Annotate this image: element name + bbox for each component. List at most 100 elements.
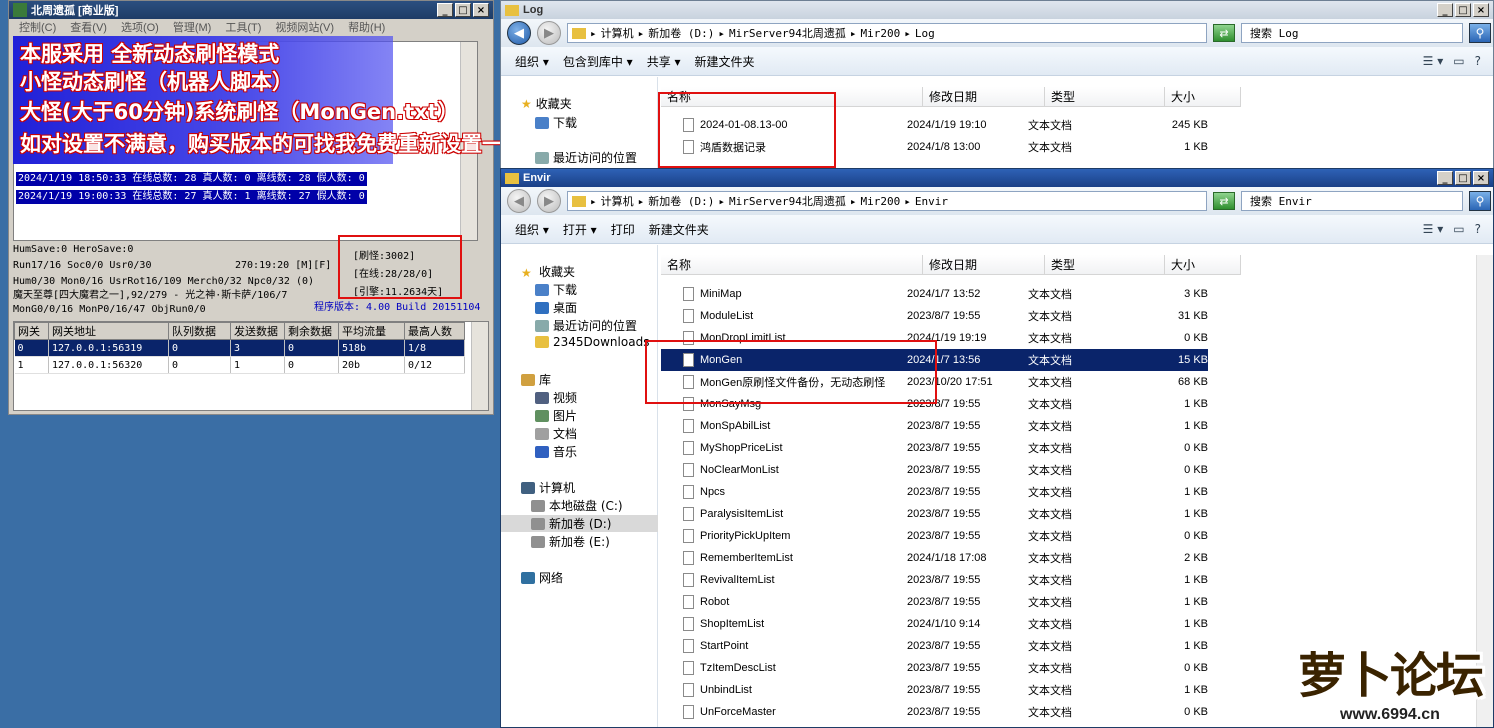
menu-item[interactable]: 帮助(H) (348, 19, 385, 35)
breadcrumb-item[interactable]: MirServer94北周遗孤 (729, 193, 846, 209)
help-icon[interactable]: ? (1475, 222, 1481, 236)
column-header[interactable]: 大小 (1165, 255, 1241, 274)
minimize-button[interactable]: _ (1437, 3, 1453, 17)
file-row[interactable]: NoClearMonList 2023/8/7 19:55 文本文档 0 KB (661, 459, 1208, 481)
command-button[interactable]: 包含到库中 ▾ (563, 53, 633, 70)
file-row[interactable]: MonDropLimitList 2024/1/19 19:19 文本文档 0 KB (661, 327, 1208, 349)
tree-item-downloads[interactable]: 下载 (535, 114, 577, 131)
tree-item[interactable]: 2345Downloads (535, 335, 649, 349)
file-row[interactable]: MonGen原刷怪文件备份，无动态刷怪 2023/10/20 17:51 文本文档 6… (661, 371, 1208, 393)
breadcrumb-item[interactable]: 新加卷 (D:) (648, 193, 714, 209)
view-options-icon[interactable]: ☰ ▾ (1423, 222, 1444, 236)
menu-item[interactable]: 视频网站(V) (275, 19, 334, 35)
column-header[interactable]: 类型 (1045, 87, 1165, 106)
column-header[interactable]: 修改日期 (923, 255, 1045, 274)
log-path-input[interactable]: ▸ 计算机 ▸ 新加卷 (D:) ▸ MirServer94北周遗孤 ▸ Mir200 ▸ Log (567, 23, 1207, 43)
maximize-button[interactable]: □ (1455, 171, 1471, 185)
file-row[interactable]: StartPoint 2023/8/7 19:55 文本文档 1 KB (661, 635, 1208, 657)
table-header[interactable]: 平均流量 (338, 322, 405, 340)
path-separator[interactable]: ▸ (718, 27, 725, 40)
command-button[interactable]: 新建文件夹 (649, 221, 709, 238)
tree-item[interactable]: 新加卷 (D:) (501, 515, 658, 532)
table-header[interactable]: 剩余数据 (284, 322, 339, 340)
table-header[interactable]: 队列数据 (168, 322, 231, 340)
tree-item-recent[interactable]: 最近访问的位置 (535, 149, 637, 166)
file-row[interactable]: Npcs 2023/8/7 19:55 文本文档 1 KB (661, 481, 1208, 503)
help-icon[interactable]: ? (1475, 54, 1481, 68)
column-header[interactable]: 修改日期 (923, 87, 1045, 106)
path-separator[interactable]: ▸ (904, 195, 911, 208)
close-button[interactable]: × (473, 3, 489, 17)
command-button[interactable]: 新建文件夹 (695, 53, 755, 70)
refresh-button[interactable]: ⇄ (1213, 24, 1235, 42)
path-separator[interactable]: ▸ (850, 195, 857, 208)
breadcrumb-item[interactable]: MirServer94北周遗孤 (729, 25, 846, 41)
refresh-button[interactable]: ⇄ (1213, 192, 1235, 210)
breadcrumb-item[interactable]: Mir200 (860, 195, 900, 208)
breadcrumb-item[interactable]: 计算机 (601, 25, 634, 41)
log-titlebar[interactable]: Log _ □ × (501, 1, 1493, 19)
maximize-button[interactable]: □ (455, 3, 471, 17)
command-button[interactable]: 打开 ▾ (563, 221, 597, 238)
file-row[interactable]: UnbindList 2023/8/7 19:55 文本文档 1 KB (661, 679, 1208, 701)
menu-item[interactable]: 查看(V) (70, 19, 107, 35)
command-button[interactable]: 组织 ▾ (515, 53, 549, 70)
path-separator[interactable]: ▸ (904, 27, 911, 40)
command-button[interactable]: 共享 ▾ (647, 53, 681, 70)
column-header[interactable]: 类型 (1045, 255, 1165, 274)
back-button[interactable]: ◀ (507, 189, 531, 213)
tree-item-favorites[interactable]: ★ 收藏夹 (521, 95, 572, 112)
table-scrollbar[interactable] (471, 322, 488, 410)
path-separator[interactable]: ▸ (638, 27, 645, 40)
close-button[interactable]: × (1473, 3, 1489, 17)
tree-item[interactable]: 下载 (535, 281, 577, 298)
table-header[interactable]: 网关地址 (48, 322, 169, 340)
maximize-button[interactable]: □ (1455, 3, 1471, 17)
table-row[interactable]: 1 127.0.0.1:56320 0 1 0 20b 0/12 (14, 356, 465, 374)
file-row[interactable]: 2024-01-08.13-00 2024/1/19 19:10 文本文档 245 K… (661, 114, 1208, 136)
forward-button[interactable]: ▶ (537, 21, 561, 45)
search-icon[interactable]: ⚲ (1469, 191, 1491, 211)
menu-item[interactable]: 管理(M) (173, 19, 212, 35)
tree-item[interactable]: 最近访问的位置 (535, 317, 637, 334)
tree-item[interactable]: 桌面 (535, 299, 577, 316)
file-row[interactable]: ShopItemList 2024/1/10 9:14 文本文档 1 KB (661, 613, 1208, 635)
search-icon[interactable]: ⚲ (1469, 23, 1491, 43)
tree-item[interactable]: 网络 (521, 569, 563, 586)
file-row[interactable]: Robot 2023/8/7 19:55 文本文档 1 KB (661, 591, 1208, 613)
menu-item[interactable]: 选项(O) (121, 19, 159, 35)
column-header[interactable]: 名称 (661, 255, 923, 274)
envir-path-input[interactable]: ▸ 计算机 ▸ 新加卷 (D:) ▸ MirServer94北周遗孤 ▸ Mir200 ▸ Env… (567, 191, 1207, 211)
breadcrumb-item[interactable]: Log (915, 27, 935, 40)
menu-item[interactable]: 工具(T) (225, 19, 261, 35)
file-row[interactable]: MyShopPriceList 2023/8/7 19:55 文本文档 0 KB (661, 437, 1208, 459)
path-separator[interactable]: ▸ (590, 27, 597, 40)
tree-item[interactable]: 音乐 (535, 443, 577, 460)
log-search-input[interactable]: 搜索 Log (1241, 23, 1463, 43)
tree-item[interactable]: 视频 (535, 389, 577, 406)
preview-pane-icon[interactable]: ▭ (1453, 54, 1464, 68)
breadcrumb-item[interactable]: Mir200 (860, 27, 900, 40)
tree-item[interactable]: 图片 (535, 407, 577, 424)
minimize-button[interactable]: _ (1437, 171, 1453, 185)
file-row[interactable]: ModuleList 2023/8/7 19:55 文本文档 31 KB (661, 305, 1208, 327)
path-separator[interactable]: ▸ (850, 27, 857, 40)
tree-item[interactable]: ★ 收藏夹 (521, 263, 575, 280)
close-button[interactable]: × (1473, 171, 1489, 185)
column-header[interactable]: 名称 (661, 87, 923, 106)
table-header[interactable]: 网关 (14, 322, 49, 340)
back-button[interactable]: ◀ (507, 21, 531, 45)
tree-item[interactable]: 计算机 (521, 479, 575, 496)
file-row[interactable]: ParalysisItemList 2023/8/7 19:55 文本文档 1 KB (661, 503, 1208, 525)
file-row[interactable]: MonGen 2024/1/7 13:56 文本文档 15 KB (661, 349, 1208, 371)
command-button[interactable]: 打印 (611, 221, 635, 238)
file-row[interactable]: 鸿盾数据记录 2024/1/8 13:00 文本文档 1 KB (661, 136, 1208, 158)
breadcrumb-item[interactable]: 计算机 (601, 193, 634, 209)
file-row[interactable]: PriorityPickUpItem 2023/8/7 19:55 文本文档 0 KB (661, 525, 1208, 547)
path-separator[interactable]: ▸ (718, 195, 725, 208)
tree-item[interactable]: 库 (521, 371, 551, 388)
table-header[interactable]: 发送数据 (230, 322, 285, 340)
file-row[interactable]: MonSpAbilList 2023/8/7 19:55 文本文档 1 KB (661, 415, 1208, 437)
forward-button[interactable]: ▶ (537, 189, 561, 213)
envir-titlebar[interactable]: Envir _ □ × (501, 169, 1493, 187)
